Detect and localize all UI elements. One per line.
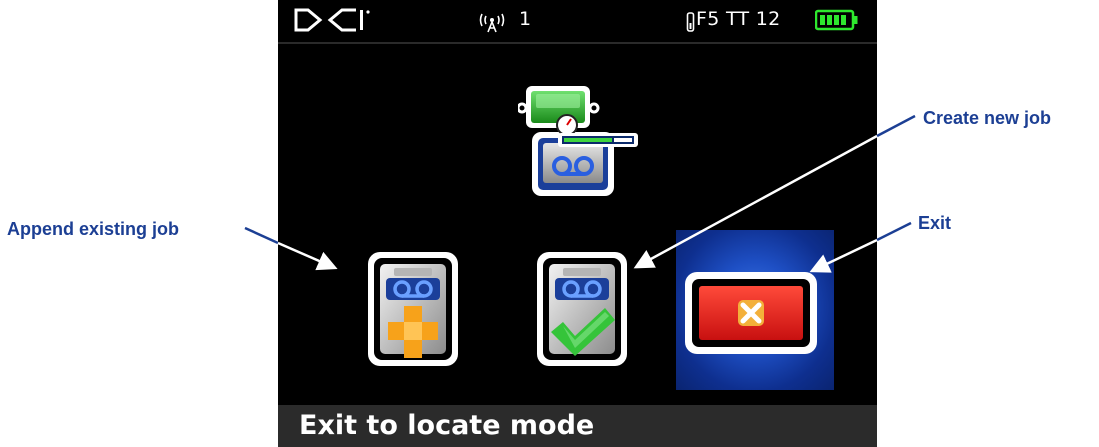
callout-arrow-create bbox=[633, 114, 916, 269]
callout-arrow-append bbox=[244, 226, 338, 271]
callout-arrow-exit bbox=[809, 221, 912, 273]
callout-arrows bbox=[244, 114, 916, 273]
